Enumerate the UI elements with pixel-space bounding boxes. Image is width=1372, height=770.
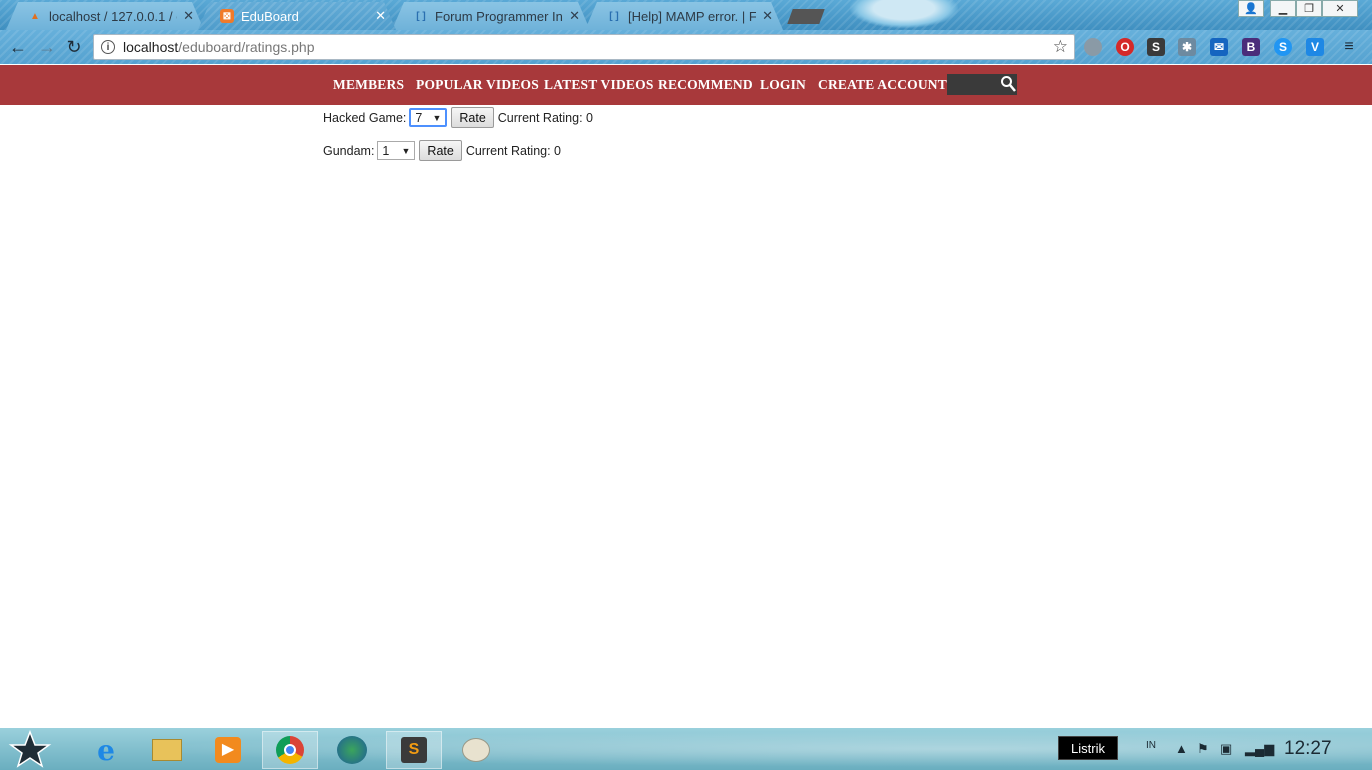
- internet-explorer-icon[interactable]: e: [78, 731, 134, 769]
- paint-icon[interactable]: [448, 731, 504, 769]
- extension-s-icon[interactable]: S: [1147, 38, 1165, 56]
- nav-create-account[interactable]: CREATE ACCOUNT: [818, 77, 947, 93]
- tab-title: Forum Programmer Ind: [435, 8, 564, 24]
- close-window-button[interactable]: ✕: [1322, 0, 1358, 17]
- tab-phpmyadmin[interactable]: ▲ localhost / 127.0.0.1 / e ✕: [6, 2, 204, 30]
- close-icon[interactable]: ✕: [375, 8, 386, 24]
- close-icon[interactable]: ✕: [762, 8, 773, 24]
- tab-eduboard[interactable]: ⊠ EduBoard ✕: [198, 2, 396, 30]
- site-navigation: MEMBERS POPULAR VIDEOS LATEST VIDEOS REC…: [0, 65, 1372, 105]
- current-rating: Current Rating: 0: [497, 110, 593, 125]
- profile-icon[interactable]: 👤: [1238, 0, 1264, 17]
- forum-icon: [ ]: [416, 10, 426, 22]
- url-path: /eduboard/ratings.php: [178, 39, 315, 55]
- dropdown-arrow-icon: ▼: [432, 112, 442, 123]
- rating-row-hacked-game: Hacked Game: 7 ▼ Rate Current Rating: 0: [323, 107, 593, 128]
- phpmyadmin-icon: ▲: [30, 10, 40, 22]
- theme-character-image: [850, 0, 958, 28]
- dropdown-arrow-icon: ▼: [401, 145, 411, 156]
- back-arrow-icon[interactable]: ←: [7, 36, 29, 58]
- browser-toolbar: ← → ↻ i localhost/eduboard/ratings.php ☆…: [0, 30, 1372, 64]
- nav-latest-videos[interactable]: LATEST VIDEOS: [544, 77, 654, 93]
- rating-label: Gundam:: [323, 143, 375, 158]
- system-clock[interactable]: 12:27: [1284, 738, 1332, 760]
- chrome-icon[interactable]: [262, 731, 318, 769]
- rating-select[interactable]: 1 ▼: [377, 141, 416, 160]
- network-icon[interactable]: ▂▄▆: [1245, 741, 1274, 757]
- extension-cloud-icon[interactable]: [1084, 38, 1102, 56]
- language-indicator[interactable]: IN: [1146, 740, 1156, 751]
- action-center-flag-icon[interactable]: ⚑: [1197, 741, 1209, 757]
- power-icon[interactable]: ▣: [1220, 741, 1232, 757]
- restore-button[interactable]: ❐: [1296, 0, 1322, 17]
- file-explorer-icon[interactable]: [139, 731, 195, 769]
- url-host: localhost: [123, 39, 179, 55]
- info-icon[interactable]: i: [101, 40, 115, 54]
- extension-v-icon[interactable]: V: [1306, 38, 1324, 56]
- extension-skype-icon[interactable]: S: [1274, 38, 1292, 56]
- taskbar: e ▶ S Listrik IN ▲ ⚑ ▣ ▂▄▆ 12:27: [0, 728, 1372, 770]
- forward-arrow-icon[interactable]: →: [36, 36, 58, 58]
- tab-title: localhost / 127.0.0.1 / e: [49, 8, 178, 24]
- rating-label: Hacked Game:: [323, 110, 407, 125]
- tab-mamp-error[interactable]: [ ] [Help] MAMP error. | F ✕: [585, 2, 783, 30]
- rate-button[interactable]: Rate: [451, 107, 494, 128]
- minimize-button[interactable]: ▁: [1270, 0, 1296, 17]
- sublime-text-icon[interactable]: S: [386, 731, 442, 769]
- show-hidden-icons-icon[interactable]: ▲: [1175, 741, 1188, 756]
- close-icon[interactable]: ✕: [183, 8, 194, 24]
- search-icon[interactable]: [1000, 75, 1016, 93]
- extension-puzzle-icon[interactable]: ✱: [1178, 38, 1196, 56]
- tab-title: [Help] MAMP error. | F: [628, 8, 757, 24]
- start-button-star-icon[interactable]: [4, 730, 56, 768]
- new-tab-button[interactable]: [787, 9, 825, 24]
- nav-popular-videos[interactable]: POPULAR VIDEOS: [416, 77, 539, 93]
- bookmark-star-icon[interactable]: ☆: [1053, 37, 1068, 57]
- tab-title: EduBoard: [241, 8, 299, 24]
- rating-row-gundam: Gundam: 1 ▼ Rate Current Rating: 0: [323, 140, 561, 161]
- rating-select-value: 7: [415, 110, 423, 125]
- rating-select[interactable]: 7 ▼: [409, 108, 448, 127]
- xampp-icon: ⊠: [220, 9, 234, 23]
- forum-icon: [ ]: [609, 10, 619, 22]
- rating-select-value: 1: [382, 143, 390, 158]
- extension-opera-icon[interactable]: O: [1116, 38, 1134, 56]
- extension-chat-icon[interactable]: ✉: [1210, 38, 1228, 56]
- extension-b-icon[interactable]: B: [1242, 38, 1260, 56]
- address-bar[interactable]: i localhost/eduboard/ratings.php ☆: [93, 34, 1075, 60]
- tab-forum-programmer[interactable]: [ ] Forum Programmer Ind ✕: [392, 2, 590, 30]
- nav-members[interactable]: MEMBERS: [333, 77, 404, 93]
- menu-icon[interactable]: ≡: [1340, 38, 1358, 56]
- current-rating: Current Rating: 0: [465, 143, 562, 158]
- reload-icon[interactable]: ↻: [63, 36, 85, 58]
- tab-strip: ▲ localhost / 127.0.0.1 / e ✕ ⊠ EduBoard…: [0, 0, 1372, 30]
- taskbar-tooltip: Listrik: [1058, 736, 1118, 760]
- rate-button[interactable]: Rate: [419, 140, 462, 161]
- media-player-icon[interactable]: ▶: [200, 731, 256, 769]
- close-icon[interactable]: ✕: [569, 8, 580, 24]
- nav-login[interactable]: LOGIN: [760, 77, 806, 93]
- download-manager-icon[interactable]: [324, 731, 380, 769]
- nav-recommend[interactable]: RECOMMEND: [658, 77, 753, 93]
